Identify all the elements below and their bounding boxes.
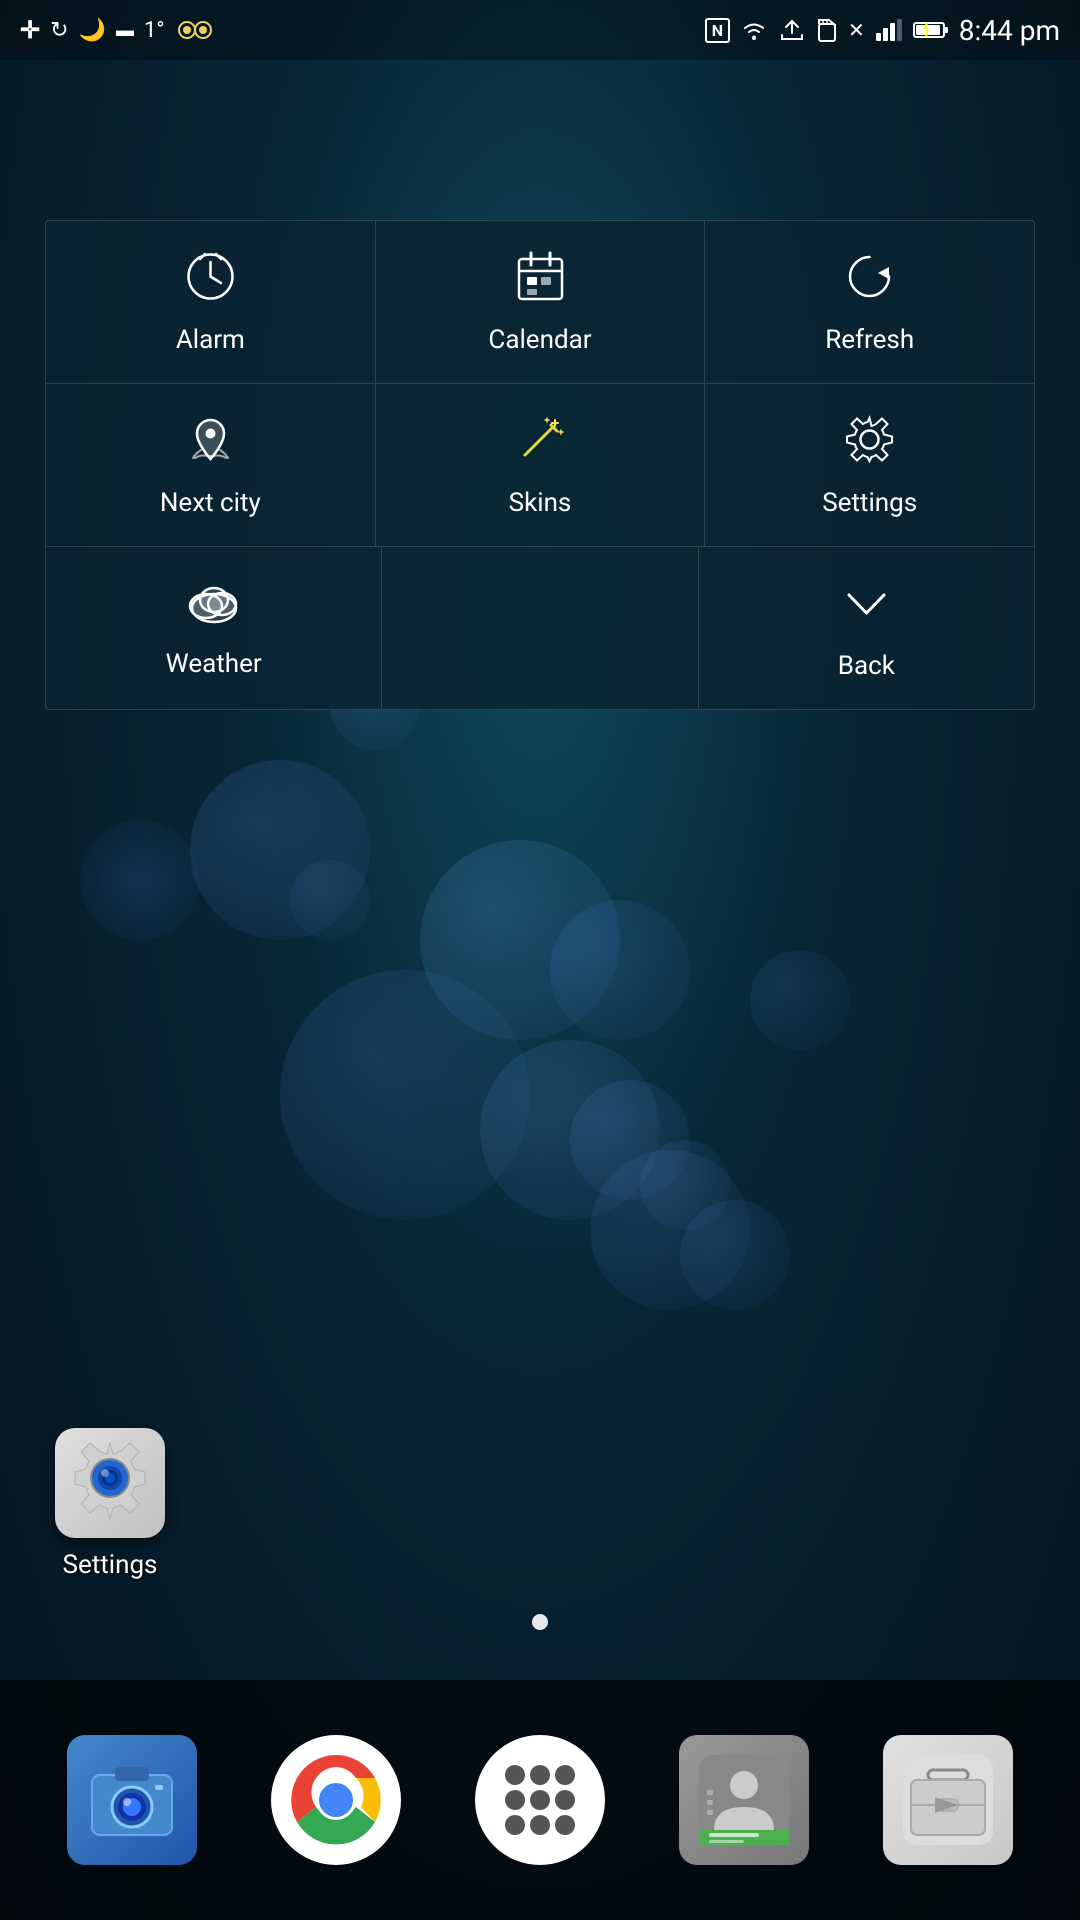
location-icon bbox=[183, 412, 238, 476]
weather-label: Weather bbox=[166, 649, 262, 679]
chrome-dock-icon[interactable] bbox=[271, 1735, 401, 1865]
menu-row-1: Alarm Calendar bbox=[46, 221, 1034, 384]
skins-label: Skins bbox=[509, 488, 572, 518]
status-bar: ✛ ↻ 🌙 ▬ 1° N bbox=[0, 0, 1080, 60]
menu-row-3: Weather Back bbox=[46, 547, 1034, 709]
temperature-indicator: 1° bbox=[144, 18, 165, 43]
skins-button[interactable]: Skins bbox=[376, 384, 706, 546]
page-indicator bbox=[532, 1614, 548, 1630]
page-dot-active bbox=[532, 1614, 548, 1630]
battery-icon bbox=[913, 19, 949, 41]
calendar-label: Calendar bbox=[488, 325, 591, 355]
signal-bars-icon bbox=[875, 19, 903, 41]
upload-icon bbox=[778, 19, 806, 41]
alarm-button[interactable]: Alarm bbox=[46, 221, 376, 383]
status-left-icons: ✛ ↻ 🌙 ▬ 1° bbox=[20, 16, 215, 44]
camera-dock-icon[interactable] bbox=[67, 1735, 197, 1865]
back-button[interactable]: Back bbox=[699, 547, 1034, 709]
menu-row-2: Next city Skins bbox=[46, 384, 1034, 547]
back-label: Back bbox=[838, 651, 895, 681]
app-drawer-button[interactable] bbox=[475, 1735, 605, 1865]
calendar-icon bbox=[513, 249, 568, 313]
wifi-icon bbox=[740, 19, 768, 41]
add-icon: ✛ bbox=[20, 16, 40, 44]
next-city-label: Next city bbox=[160, 488, 261, 518]
wand-icon bbox=[513, 412, 568, 476]
gear-icon bbox=[842, 412, 897, 476]
settings-app-icon[interactable]: Settings bbox=[40, 1428, 180, 1580]
settings-menu-label: Settings bbox=[822, 488, 917, 518]
sd-card-icon bbox=[816, 18, 838, 42]
weather-status-icon bbox=[175, 18, 215, 42]
moon-icon: 🌙 bbox=[79, 18, 106, 43]
no-signal-icon: ✕ bbox=[848, 18, 865, 42]
status-time: 8:44 pm bbox=[959, 14, 1060, 47]
refresh-button[interactable]: Refresh bbox=[705, 221, 1034, 383]
weather-button[interactable]: Weather bbox=[46, 547, 382, 709]
settings-menu-button[interactable]: Settings bbox=[705, 384, 1034, 546]
sync-icon: ↻ bbox=[50, 18, 68, 43]
calendar-button[interactable]: Calendar bbox=[376, 221, 706, 383]
dock bbox=[0, 1680, 1080, 1920]
contacts-dock-icon[interactable] bbox=[679, 1735, 809, 1865]
screen-icon: ▬ bbox=[116, 20, 134, 41]
chevron-down-icon bbox=[839, 575, 894, 639]
cloud-icon bbox=[184, 578, 244, 637]
next-city-button[interactable]: Next city bbox=[46, 384, 376, 546]
settings-app-label: Settings bbox=[63, 1550, 158, 1580]
status-right-icons: N ✕ bbox=[705, 14, 1060, 47]
refresh-icon bbox=[842, 249, 897, 313]
alarm-label: Alarm bbox=[176, 325, 245, 355]
clock-icon bbox=[183, 249, 238, 313]
refresh-label: Refresh bbox=[825, 325, 914, 355]
play-store-dock-icon[interactable] bbox=[883, 1735, 1013, 1865]
context-menu: Alarm Calendar bbox=[45, 220, 1035, 710]
empty-cell bbox=[382, 547, 698, 709]
nfc-icon: N bbox=[705, 18, 730, 43]
settings-icon-background bbox=[55, 1428, 165, 1538]
